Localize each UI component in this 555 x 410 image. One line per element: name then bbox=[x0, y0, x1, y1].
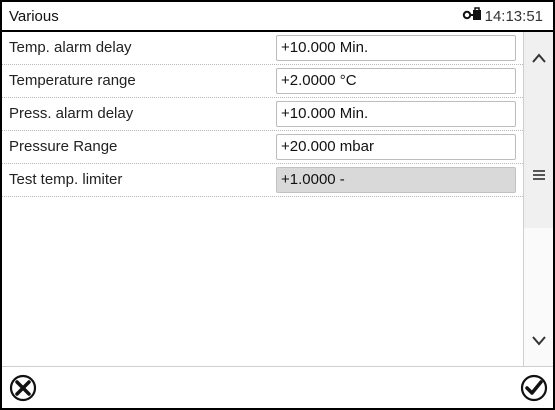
list-item: Test temp. limiter +1.0000 - bbox=[2, 164, 523, 197]
confirm-button[interactable] bbox=[519, 373, 549, 403]
parameter-list: Temp. alarm delay +10.000 Min. Temperatu… bbox=[2, 32, 523, 197]
title-bar: Various 14:13:51 bbox=[2, 2, 553, 32]
scroll-thumb[interactable] bbox=[524, 132, 553, 222]
param-value-field[interactable]: +2.0000 °C bbox=[276, 68, 516, 94]
settings-window: Various 14:13:51 Temp. alarm delay +10.0… bbox=[0, 0, 555, 410]
param-label: Press. alarm delay bbox=[9, 105, 134, 122]
confirm-icon bbox=[519, 374, 549, 407]
chevron-down-icon bbox=[531, 333, 547, 351]
list-item: Press. alarm delay +10.000 Min. bbox=[2, 98, 523, 131]
user-login-icon bbox=[462, 6, 485, 26]
chevron-up-icon bbox=[531, 51, 547, 69]
page-title: Various bbox=[9, 7, 59, 25]
param-label: Test temp. limiter bbox=[9, 171, 123, 188]
clock-time: 14:13:51 bbox=[484, 7, 543, 25]
list-item: Pressure Range +20.000 mbar bbox=[2, 131, 523, 164]
param-label: Temp. alarm delay bbox=[9, 39, 132, 56]
scroll-down-button[interactable] bbox=[524, 328, 553, 356]
param-value-field[interactable]: +10.000 Min. bbox=[276, 101, 516, 127]
cancel-icon bbox=[8, 374, 38, 407]
list-item: Temp. alarm delay +10.000 Min. bbox=[2, 32, 523, 65]
menu-lines-icon bbox=[531, 168, 547, 186]
cancel-button[interactable] bbox=[8, 373, 38, 403]
list-item: Temperature range +2.0000 °C bbox=[2, 65, 523, 98]
param-label: Pressure Range bbox=[9, 138, 118, 155]
param-value-field[interactable]: +20.000 mbar bbox=[276, 134, 516, 160]
param-label: Temperature range bbox=[9, 72, 136, 89]
scroll-up-button[interactable] bbox=[524, 46, 553, 74]
scrollbar[interactable] bbox=[523, 32, 553, 366]
footer-bar bbox=[2, 366, 553, 408]
status-area: 14:13:51 bbox=[462, 2, 543, 30]
param-value-readonly: +1.0000 - bbox=[276, 167, 516, 193]
param-value-field[interactable]: +10.000 Min. bbox=[276, 35, 516, 61]
